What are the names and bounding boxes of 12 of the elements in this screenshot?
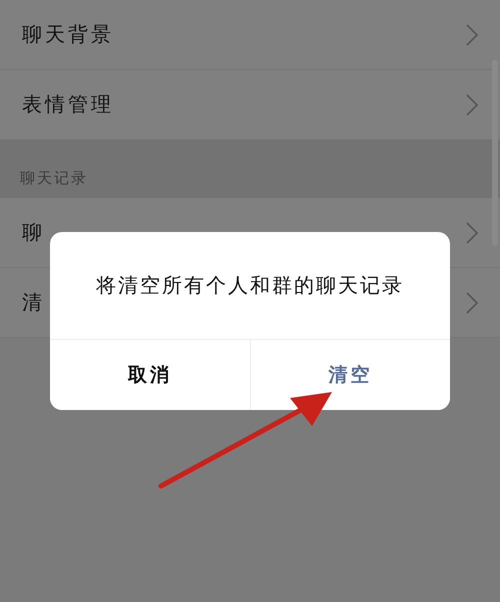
chevron-icon [466, 222, 478, 244]
settings-row[interactable]: 表情管理 [0, 70, 500, 140]
row-label: 表情管理 [22, 91, 114, 118]
row-label: 清 [22, 289, 45, 316]
row-label: 聊天背景 [22, 21, 114, 48]
settings-row[interactable]: 聊天背景 [0, 0, 500, 70]
chevron-icon [466, 292, 478, 314]
chevron-icon [466, 24, 478, 46]
section-label: 聊天记录 [20, 169, 88, 188]
row-label: 聊 [22, 219, 45, 246]
confirm-button[interactable]: 清空 [250, 340, 450, 410]
chevron-icon [466, 94, 478, 116]
